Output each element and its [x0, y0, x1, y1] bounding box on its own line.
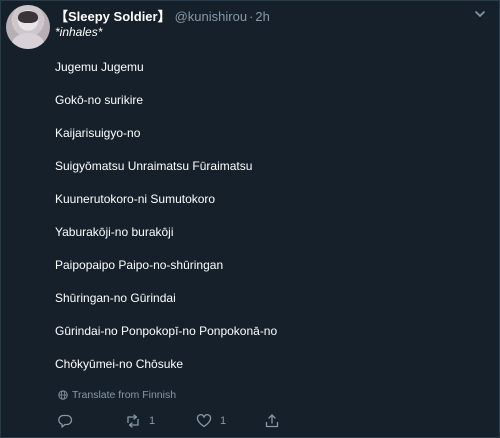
like-count: 1 — [220, 415, 227, 427]
tweet-line: Gokō-no surikire — [55, 93, 144, 107]
retweet-icon — [127, 414, 139, 428]
avatar-shirt — [12, 33, 44, 49]
globe-icon — [58, 390, 68, 400]
tweet-header: 【Sleepy Soldier】 @kunishirou · 2h — [55, 6, 270, 25]
translate-label: Translate from Finnish — [72, 389, 177, 401]
tweet-card: 【Sleepy Soldier】 @kunishirou · 2h *inhal… — [0, 0, 500, 438]
tweet-line: Suigyōmatsu Unraimatsu Fūraimatsu — [55, 159, 253, 173]
tweet-intro: *inhales* — [55, 25, 103, 39]
separator-dot: · — [249, 9, 254, 24]
heart-icon — [196, 413, 212, 428]
reply-icon — [58, 414, 73, 428]
share-button[interactable] — [264, 413, 280, 429]
tweet-line: Paipopaipo Paipo-no-shūringan — [55, 258, 224, 272]
translate-link[interactable]: Translate from Finnish — [58, 389, 176, 401]
chevron-down-icon[interactable] — [473, 7, 487, 21]
reply-button[interactable] — [57, 413, 73, 429]
like-button[interactable]: 1 — [196, 413, 226, 429]
user-handle[interactable]: @kunishirou — [175, 9, 247, 24]
tweet-text: *inhales* Jugemu Jugemu Gokō-no surikire… — [55, 25, 475, 371]
display-name[interactable]: 【Sleepy Soldier】 — [55, 6, 171, 25]
timestamp[interactable]: 2h — [255, 9, 269, 24]
share-icon — [265, 414, 279, 428]
tweet-line: Kuunerutokoro-ni Sumutokoro — [55, 192, 216, 206]
tweet-line: Jugemu Jugemu — [55, 60, 144, 74]
avatar[interactable] — [6, 5, 50, 49]
avatar-hair — [18, 11, 38, 23]
retweet-count: 1 — [149, 415, 156, 427]
tweet-line: Chōkyūmei-no Chōsuke — [55, 357, 184, 371]
tweet-line: Gūrindai-no Ponpokopī-no Ponpokonā-no — [55, 324, 278, 338]
retweet-button[interactable]: 1 — [125, 413, 155, 429]
tweet-actions: 1 1 — [57, 413, 287, 433]
tweet-line: Yaburakōji-no burakōji — [55, 225, 174, 239]
tweet-line: Kaijarisuigyo-no — [55, 126, 141, 140]
tweet-lines: Jugemu Jugemu Gokō-no surikire Kaijarisu… — [55, 60, 475, 371]
tweet-line: Shūringan-no Gūrindai — [55, 291, 176, 305]
